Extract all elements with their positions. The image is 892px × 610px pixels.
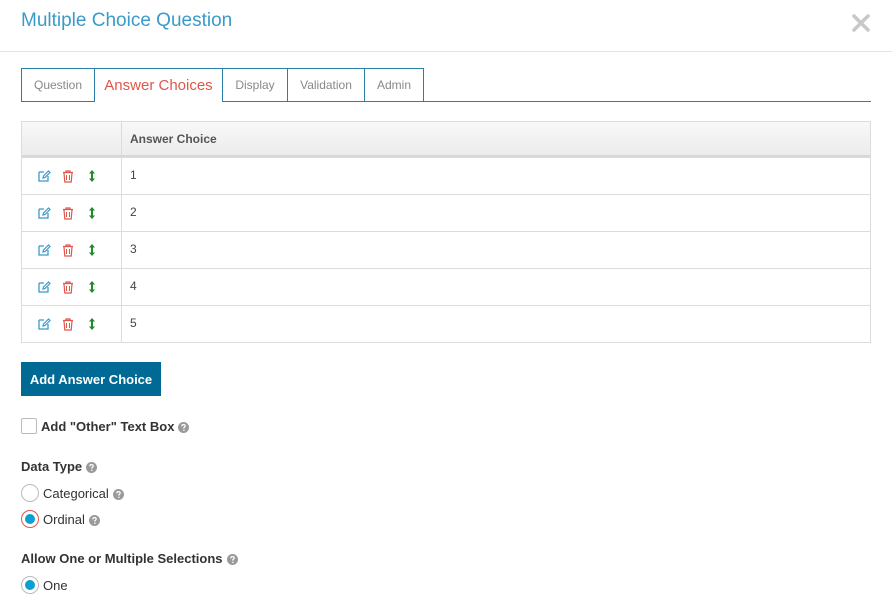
move-icon[interactable] xyxy=(85,206,99,220)
other-textbox-checkbox[interactable] xyxy=(21,418,37,434)
other-textbox-option: Add "Other" Text Box xyxy=(21,418,190,434)
tab-validation[interactable]: Validation xyxy=(287,68,365,101)
delete-icon[interactable] xyxy=(61,206,75,220)
delete-icon[interactable] xyxy=(61,169,75,183)
help-icon[interactable] xyxy=(112,488,124,500)
table-row: 4 xyxy=(22,268,870,305)
selections-heading: Allow One or Multiple Selections xyxy=(21,551,238,566)
edit-icon[interactable] xyxy=(37,169,51,183)
answer-choice-value: 3 xyxy=(130,242,137,256)
row-actions xyxy=(22,158,122,194)
answer-choice-value: 5 xyxy=(130,316,137,330)
move-icon[interactable] xyxy=(85,169,99,183)
tab-display[interactable]: Display xyxy=(222,68,288,101)
help-icon[interactable] xyxy=(178,421,190,433)
answer-choice-column-header: Answer Choice xyxy=(130,132,217,146)
tab-admin[interactable]: Admin xyxy=(364,68,424,101)
categorical-label: Categorical xyxy=(43,485,109,501)
data-type-heading: Data Type xyxy=(21,459,98,474)
other-textbox-label: Add "Other" Text Box xyxy=(41,418,175,434)
close-icon[interactable] xyxy=(852,12,870,34)
row-actions xyxy=(22,269,122,305)
data-type-label: Data Type xyxy=(21,459,83,474)
table-row: 5 xyxy=(22,305,870,342)
edit-icon[interactable] xyxy=(37,317,51,331)
table-header: Answer Choice xyxy=(22,122,870,157)
ordinal-label: Ordinal xyxy=(43,511,85,527)
move-icon[interactable] xyxy=(85,317,99,331)
modal-title: Multiple Choice Question xyxy=(21,10,233,31)
help-icon[interactable] xyxy=(88,514,100,526)
answer-choice-value: 4 xyxy=(130,279,137,293)
move-icon[interactable] xyxy=(85,243,99,257)
delete-icon[interactable] xyxy=(61,317,75,331)
answer-choice-value: 1 xyxy=(130,168,137,182)
delete-icon[interactable] xyxy=(61,280,75,294)
one-label: One xyxy=(43,577,68,593)
move-icon[interactable] xyxy=(85,280,99,294)
table-row: 3 xyxy=(22,231,870,268)
actions-header xyxy=(22,122,122,155)
delete-icon[interactable] xyxy=(61,243,75,257)
data-type-categorical-option: Categorical xyxy=(21,484,124,502)
tab-bar: Question Answer Choices Display Validati… xyxy=(21,68,871,102)
edit-icon[interactable] xyxy=(37,206,51,220)
add-answer-choice-button[interactable]: Add Answer Choice xyxy=(21,362,161,396)
answer-choices-table: Answer Choice 1 2 3 4 5 xyxy=(21,121,871,343)
edit-icon[interactable] xyxy=(37,243,51,257)
ordinal-radio[interactable] xyxy=(21,510,39,528)
one-radio[interactable] xyxy=(21,576,39,594)
row-actions xyxy=(22,232,122,268)
table-row: 2 xyxy=(22,194,870,231)
edit-icon[interactable] xyxy=(37,280,51,294)
help-icon[interactable] xyxy=(226,553,238,565)
modal-header: Multiple Choice Question xyxy=(0,0,892,52)
answer-choice-value: 2 xyxy=(130,205,137,219)
tab-question[interactable]: Question xyxy=(21,68,95,101)
selections-one-option: One xyxy=(21,576,68,594)
row-actions xyxy=(22,306,122,342)
tab-answer-choices[interactable]: Answer Choices xyxy=(94,68,223,102)
help-icon[interactable] xyxy=(86,461,98,473)
table-row: 1 xyxy=(22,157,870,194)
data-type-ordinal-option: Ordinal xyxy=(21,510,100,528)
selections-label: Allow One or Multiple Selections xyxy=(21,551,223,566)
row-actions xyxy=(22,195,122,231)
categorical-radio[interactable] xyxy=(21,484,39,502)
